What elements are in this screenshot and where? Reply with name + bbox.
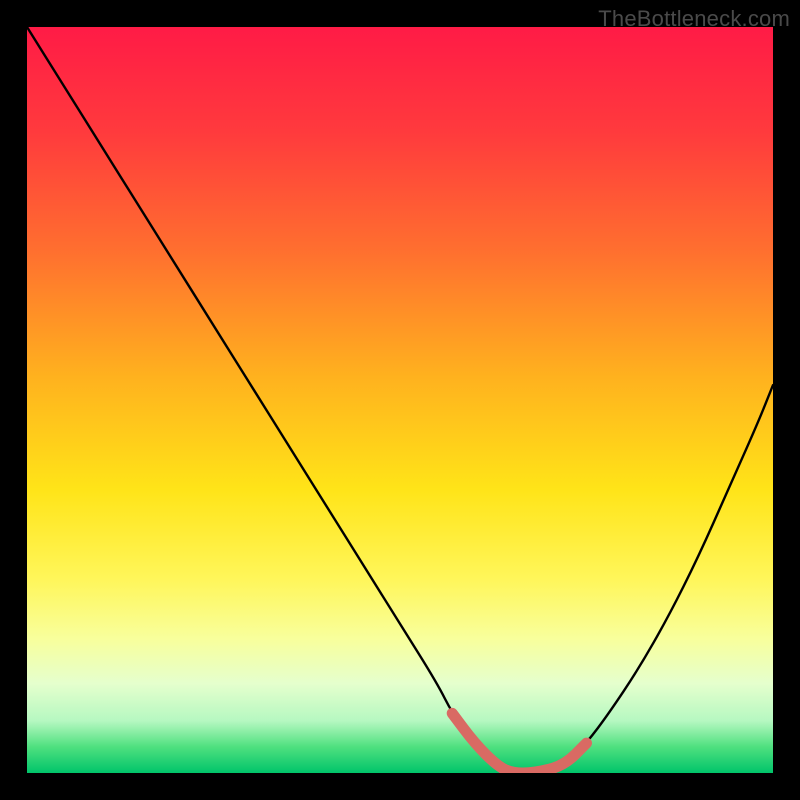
watermark-text: TheBottleneck.com (598, 6, 790, 32)
gradient-background (27, 27, 773, 773)
chart-stage: TheBottleneck.com (0, 0, 800, 800)
plot-area (27, 27, 773, 773)
bottleneck-chart (27, 27, 773, 773)
